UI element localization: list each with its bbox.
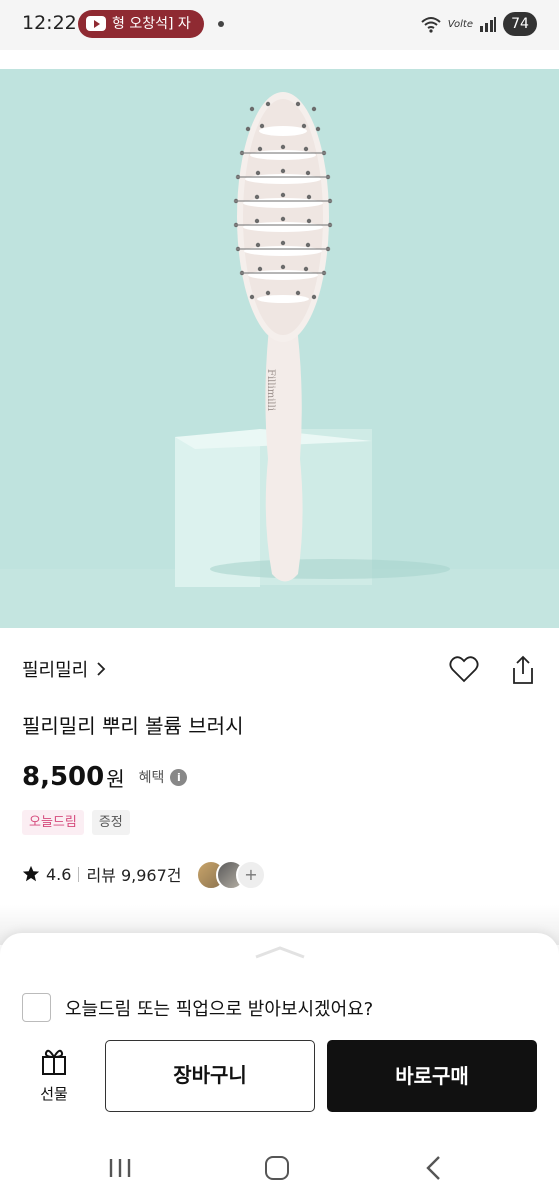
product-price: 8,500 — [22, 762, 105, 792]
signal-icon — [480, 17, 496, 32]
back-icon[interactable] — [424, 1155, 442, 1181]
benefit-button[interactable]: 혜택 i — [139, 767, 188, 787]
gift-label: 선물 — [40, 1085, 68, 1103]
battery-icon: 74 — [503, 12, 537, 36]
status-bar: 12:22 형 오창석] 자 Volte 74 — [0, 0, 559, 50]
notification-pill[interactable]: 형 오창석] 자 — [78, 10, 204, 38]
badge-list: 오늘드림 증정 — [22, 810, 130, 835]
gift-icon — [42, 1049, 66, 1075]
rating-divider — [78, 866, 80, 882]
notification-text: 형 오창석] 자 — [112, 16, 191, 32]
delivery-checkbox[interactable] — [22, 993, 51, 1022]
product-title: 필리밀리 뿌리 볼륨 브러시 — [22, 714, 244, 738]
volte-label: Volte — [447, 18, 473, 30]
star-icon — [22, 865, 40, 882]
wifi-icon — [421, 17, 441, 33]
system-nav-bar — [0, 1135, 559, 1200]
badge-gift: 증정 — [91, 810, 130, 835]
brand-link[interactable]: 필리밀리 — [22, 656, 106, 682]
product-image-carousel[interactable]: Fillimilli ‹ 1 2 › — [0, 69, 559, 628]
rating-row[interactable]: 4.6 리뷰 9,967건 — [22, 862, 182, 886]
share-icon[interactable] — [511, 655, 535, 685]
review-count: 리뷰 9,967건 — [86, 866, 182, 885]
review-avatars[interactable]: + — [196, 860, 266, 890]
sheet-handle-icon[interactable] — [254, 945, 306, 959]
home-icon[interactable] — [265, 1156, 289, 1180]
heart-icon[interactable] — [449, 655, 479, 683]
gift-button[interactable]: 선물 — [34, 1045, 74, 1104]
brand-name: 필리밀리 — [22, 660, 89, 681]
delivery-option-row[interactable]: 오늘드림 또는 픽업으로 받아보시겠어요? — [22, 993, 373, 1022]
recent-apps-icon[interactable] — [106, 1157, 134, 1179]
youtube-icon — [86, 16, 106, 31]
price-currency: 원 — [106, 766, 125, 791]
delivery-question: 오늘드림 또는 픽업으로 받아보시겠어요? — [65, 998, 374, 1020]
brush-brand-print: Fillimilli — [265, 369, 276, 412]
buy-now-button[interactable]: 바로구매 — [327, 1040, 537, 1112]
badge-today-delivery: 오늘드림 — [22, 810, 84, 835]
notification-dot-icon — [218, 21, 224, 27]
status-time: 12:22 — [22, 12, 77, 34]
more-reviews-icon: + — [236, 860, 266, 890]
product-image — [175, 92, 450, 587]
status-icons: Volte 74 — [420, 12, 537, 36]
rating-value: 4.6 — [46, 864, 72, 884]
info-icon: i — [170, 768, 188, 786]
price-row: 8,500 원 혜택 i — [22, 762, 188, 792]
benefit-label: 혜택 — [138, 770, 165, 786]
chevron-right-icon — [97, 662, 106, 676]
add-to-cart-button[interactable]: 장바구니 — [105, 1040, 315, 1112]
